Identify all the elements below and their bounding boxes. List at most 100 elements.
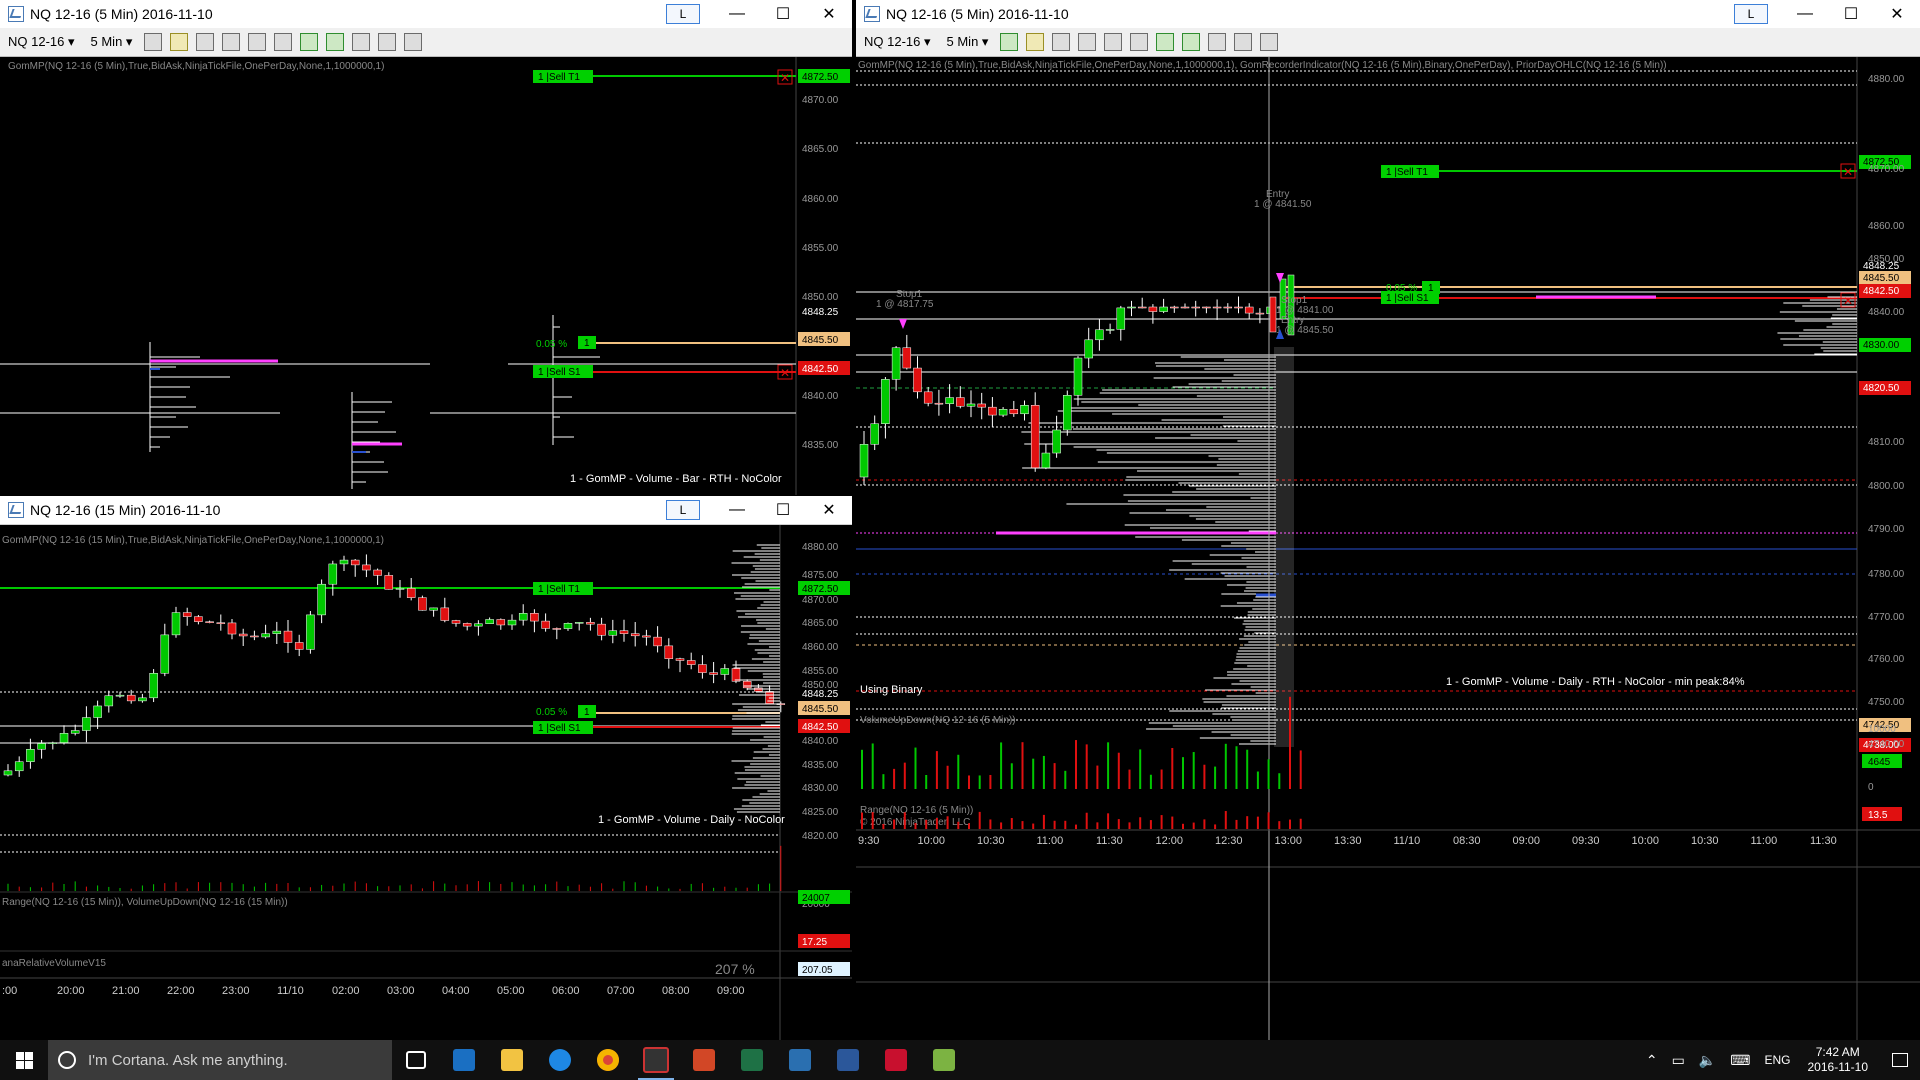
candle-body <box>1255 312 1265 315</box>
candle-body <box>362 564 371 571</box>
chart-style-icon[interactable] <box>144 33 163 51</box>
link-button[interactable]: L <box>666 4 700 24</box>
candle-body <box>642 635 651 638</box>
chart-style-icon[interactable] <box>1000 33 1019 51</box>
price-tick: 4870.00 <box>802 595 839 606</box>
cursor-icon[interactable] <box>248 33 267 51</box>
chart-window-bottom-left[interactable]: NQ 12-16 (15 Min) 2016-11-10 L — ☐ ✕ Gom… <box>0 496 852 1040</box>
candle-body <box>429 607 438 611</box>
candle-body <box>597 623 606 636</box>
minimize-button[interactable]: — <box>714 0 760 28</box>
properties-icon[interactable] <box>1234 33 1253 51</box>
word-taskbar-icon[interactable] <box>824 1040 872 1080</box>
chart-trader-icon[interactable] <box>1156 33 1175 51</box>
price-tick: 4760.00 <box>1868 654 1905 665</box>
instrument-selector[interactable]: NQ 12-16 ▾ <box>856 34 939 50</box>
price-chart[interactable]: GomMP(NQ 12-16 (15 Min),True,BidAsk,Ninj… <box>0 525 852 1040</box>
title-bar[interactable]: NQ 12-16 (15 Min) 2016-11-10 L — ☐ ✕ <box>0 496 852 525</box>
cancel-order-icon[interactable]: ✕ <box>780 71 790 85</box>
excel-taskbar-icon[interactable] <box>728 1040 776 1080</box>
snapshot-icon[interactable] <box>352 33 371 51</box>
minimize-button[interactable]: — <box>714 496 760 524</box>
chrome-taskbar-icon[interactable] <box>584 1040 632 1080</box>
minimize-button[interactable]: — <box>1782 0 1828 28</box>
indicator-icon[interactable] <box>1078 33 1097 51</box>
panel2-label: VolumeUpDown(NQ 12-16 (5 Min)) <box>860 715 1016 726</box>
candle-body <box>675 658 685 661</box>
language-indicator[interactable]: ENG <box>1764 1053 1790 1067</box>
utility-taskbar-icon[interactable] <box>920 1040 968 1080</box>
title-bar[interactable]: NQ 12-16 (5 Min) 2016-11-10 L — ☐ ✕ <box>856 0 1920 29</box>
time-tick: 09:00 <box>1513 835 1541 847</box>
clock[interactable]: 7:42 AM 2016-11-10 <box>1808 1045 1869 1075</box>
app-taskbar-icon[interactable] <box>776 1040 824 1080</box>
data-box-icon[interactable] <box>1182 33 1201 51</box>
window-title: NQ 12-16 (5 Min) 2016-11-10 <box>30 6 213 22</box>
price-chart[interactable]: GomMP(NQ 12-16 (5 Min),True,BidAsk,Ninja… <box>0 57 852 495</box>
maximize-button[interactable]: ☐ <box>1828 0 1874 28</box>
close-button[interactable]: ✕ <box>806 496 852 524</box>
candle-body <box>1009 409 1019 415</box>
time-tick: 10:00 <box>1632 835 1660 847</box>
task-view-button[interactable] <box>392 1040 440 1080</box>
ninjatrader-taskbar-icon[interactable] <box>632 1040 680 1080</box>
cursor-icon[interactable] <box>1104 33 1123 51</box>
entry-annotation-2-price: 1 @ 4845.50 <box>1276 325 1334 336</box>
network-icon[interactable]: ▭ <box>1672 1052 1685 1069</box>
indicator-icon[interactable] <box>222 33 241 51</box>
drawing-tool-icon[interactable] <box>1026 33 1045 51</box>
volume-icon[interactable]: 🔈 <box>1699 1052 1716 1069</box>
start-button[interactable] <box>0 1040 48 1080</box>
candle-body <box>138 697 147 702</box>
close-button[interactable]: ✕ <box>806 0 852 28</box>
title-bar[interactable]: NQ 12-16 (5 Min) 2016-11-10 L — ☐ ✕ <box>0 0 852 29</box>
candle-body <box>1030 405 1040 469</box>
cancel-order-icon[interactable]: ✕ <box>1843 294 1853 308</box>
media-taskbar-icon[interactable] <box>872 1040 920 1080</box>
chevron-up-icon[interactable]: ⌃ <box>1646 1052 1658 1069</box>
cancel-order-icon[interactable]: ✕ <box>1843 165 1853 179</box>
strategy-icon[interactable] <box>196 33 215 51</box>
zoom-icon[interactable] <box>1130 33 1149 51</box>
maximize-button[interactable]: ☐ <box>760 496 806 524</box>
close-button[interactable]: ✕ <box>1874 0 1920 28</box>
price-tick: 4880.00 <box>802 542 839 553</box>
time-tick: 20:00 <box>57 985 85 997</box>
candle-body <box>1095 329 1104 341</box>
strategy-icon[interactable] <box>1052 33 1071 51</box>
candle-body <box>998 409 1008 416</box>
cortana-search-box[interactable]: I'm Cortana. Ask me anything. <box>48 1040 392 1080</box>
candle-body <box>272 630 282 634</box>
template-icon[interactable] <box>404 33 423 51</box>
interval-selector[interactable]: 5 Min ▾ <box>939 34 997 50</box>
interval-selector[interactable]: 5 Min ▾ <box>83 34 141 50</box>
price-tick: 4865.00 <box>802 618 839 629</box>
price-tag-last: 4848.25 <box>802 307 839 318</box>
edge-taskbar-icon[interactable] <box>536 1040 584 1080</box>
powerpoint-taskbar-icon[interactable] <box>680 1040 728 1080</box>
time-tick: 11/10 <box>277 985 304 997</box>
maximize-button[interactable]: ☐ <box>760 0 806 28</box>
zoom-icon[interactable] <box>274 33 293 51</box>
properties-icon[interactable] <box>378 33 397 51</box>
outlook-taskbar-icon[interactable] <box>440 1040 488 1080</box>
notification-icon[interactable] <box>1880 1053 1920 1067</box>
template-icon[interactable] <box>1260 33 1279 51</box>
candle-body <box>664 645 674 659</box>
chart-trader-icon[interactable] <box>300 33 319 51</box>
link-button[interactable]: L <box>666 500 700 520</box>
chart-window-right[interactable]: NQ 12-16 (5 Min) 2016-11-10 L — ☐ ✕ NQ 1… <box>856 0 1920 1040</box>
price-chart[interactable]: GomMP(NQ 12-16 (5 Min),True,BidAsk,Ninja… <box>856 57 1920 1040</box>
keyboard-icon[interactable]: ⌨ <box>1730 1052 1750 1069</box>
time-tick: 07:00 <box>607 985 635 997</box>
file-explorer-taskbar-icon[interactable] <box>488 1040 536 1080</box>
cancel-order-icon[interactable]: ✕ <box>780 366 790 380</box>
drawing-tool-icon[interactable] <box>170 33 189 51</box>
link-button[interactable]: L <box>1734 4 1768 24</box>
chart-window-top-left[interactable]: NQ 12-16 (5 Min) 2016-11-10 L — ☐ ✕ NQ 1… <box>0 0 852 495</box>
time-tick: 11/10 <box>1394 835 1421 847</box>
data-box-icon[interactable] <box>326 33 345 51</box>
instrument-selector[interactable]: NQ 12-16 ▾ <box>0 34 83 50</box>
snapshot-icon[interactable] <box>1208 33 1227 51</box>
price-tag-s1: 4842.50 <box>802 722 839 733</box>
